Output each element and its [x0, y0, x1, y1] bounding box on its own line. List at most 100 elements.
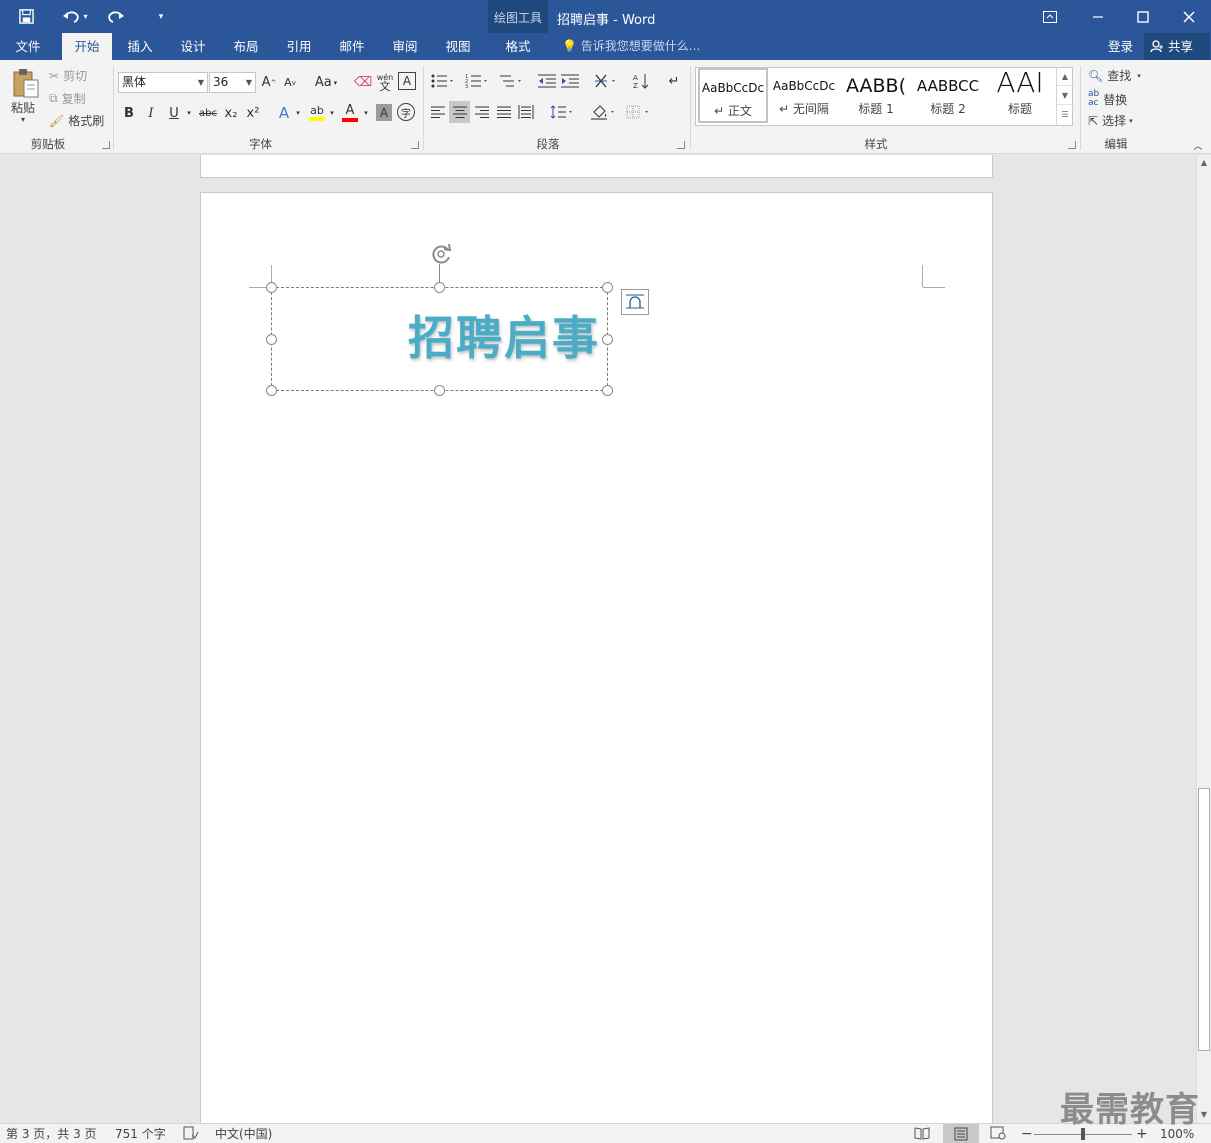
resize-handle-right[interactable]	[602, 334, 613, 345]
tab-view[interactable]: 视图	[434, 33, 482, 60]
collapse-ribbon-icon[interactable]: ︿	[1191, 139, 1205, 152]
decrease-indent-icon[interactable]	[537, 70, 557, 92]
resize-handle-bottom[interactable]	[434, 385, 445, 396]
tell-me-box[interactable]: 💡 告诉我您想要做什么...	[562, 33, 700, 60]
clear-formatting-icon[interactable]: ⌫	[354, 72, 372, 93]
document-page[interactable]: 招聘启事	[200, 192, 993, 1123]
tab-layout[interactable]: 布局	[222, 33, 270, 60]
chevron-down-icon[interactable]: ▾	[361, 103, 371, 123]
font-color-icon[interactable]: A	[340, 101, 360, 123]
superscript-icon[interactable]: x²	[244, 103, 262, 123]
justify-icon[interactable]	[495, 102, 513, 122]
clipboard-launcher-icon[interactable]	[102, 141, 110, 149]
font-launcher-icon[interactable]	[411, 141, 419, 149]
chevron-down-icon[interactable]: ▾	[327, 103, 337, 123]
increase-indent-icon[interactable]	[560, 70, 580, 92]
language-status[interactable]: 中文(中国)	[215, 1126, 272, 1142]
tab-design[interactable]: 设计	[169, 33, 217, 60]
subscript-icon[interactable]: x₂	[222, 103, 240, 123]
font-size-combo[interactable]: 36 ▼	[209, 72, 256, 93]
numbering-icon[interactable]: 123	[462, 70, 492, 92]
more-styles-icon[interactable]: ☰	[1057, 105, 1073, 124]
style-no-spacing[interactable]: AaBbCcDc ↵ 无间隔	[769, 68, 839, 123]
zoom-out-icon[interactable]: −	[1021, 1126, 1033, 1142]
find-button[interactable]: 🔍︎ 查找 ▾	[1088, 67, 1141, 84]
paste-icon[interactable]	[8, 66, 44, 100]
select-button[interactable]: ⇱ 选择 ▾	[1088, 112, 1133, 129]
page-count[interactable]: 第 3 页，共 3 页	[6, 1126, 97, 1142]
bold-icon[interactable]: B	[121, 103, 137, 123]
multilevel-list-icon[interactable]	[496, 70, 526, 92]
distributed-icon[interactable]	[517, 102, 535, 122]
chevron-down-icon[interactable]: ▾	[184, 103, 194, 123]
undo-icon[interactable]: ▾	[58, 0, 92, 33]
tab-home[interactable]: 开始	[62, 33, 112, 60]
customize-quick-access-icon[interactable]: ▾	[152, 0, 170, 33]
chevron-down-icon[interactable]: ▾	[293, 103, 303, 123]
font-name-combo[interactable]: 黑体 ▼	[118, 72, 208, 93]
character-border-icon[interactable]: A	[398, 72, 416, 90]
text-effects-icon[interactable]: A	[275, 103, 293, 123]
styles-launcher-icon[interactable]	[1068, 141, 1076, 149]
tab-file[interactable]: 文件	[4, 33, 52, 60]
proofing-icon[interactable]	[183, 1126, 199, 1142]
show-marks-icon[interactable]: ↵	[664, 70, 684, 92]
scroll-up-icon[interactable]: ▲	[1197, 158, 1211, 167]
scrollbar-thumb[interactable]	[1198, 788, 1210, 1051]
word-count[interactable]: 751 个字	[115, 1126, 166, 1142]
style-heading-1[interactable]: AABB( 标题 1	[841, 68, 911, 123]
redo-icon[interactable]	[104, 0, 128, 33]
tab-insert[interactable]: 插入	[116, 33, 164, 60]
style-normal[interactable]: AaBbCcDc ↵ 正文	[698, 68, 768, 123]
change-case-icon[interactable]: Aa ▾	[311, 72, 341, 93]
format-painter-button[interactable]: 🖌 格式刷	[49, 112, 104, 129]
underline-icon[interactable]: U	[166, 103, 182, 123]
tab-format[interactable]: 格式	[492, 33, 544, 60]
phonetic-guide-icon[interactable]: wén 文	[376, 70, 394, 94]
resize-handle-left[interactable]	[266, 334, 277, 345]
strikethrough-icon[interactable]: abc	[197, 103, 219, 123]
save-icon[interactable]	[12, 0, 40, 33]
align-center-icon[interactable]	[449, 101, 470, 123]
enclose-characters-icon[interactable]: 字	[397, 103, 415, 121]
line-spacing-icon[interactable]	[548, 102, 576, 122]
italic-icon[interactable]: I	[143, 103, 159, 123]
maximize-icon[interactable]	[1129, 0, 1157, 33]
tab-references[interactable]: 引用	[275, 33, 323, 60]
login-link[interactable]: 登录	[1108, 33, 1133, 60]
paste-dropdown-icon[interactable]: ▾	[21, 115, 25, 124]
minimize-icon[interactable]	[1084, 0, 1112, 33]
grow-font-icon[interactable]: A ^	[261, 72, 277, 93]
character-shading-icon[interactable]: A	[376, 104, 392, 121]
headline-text[interactable]: 招聘启事	[408, 302, 600, 368]
resize-handle-top-right[interactable]	[602, 282, 613, 293]
title-text-box[interactable]: 招聘启事	[266, 282, 613, 396]
chinese-layout-icon[interactable]	[591, 70, 621, 92]
resize-handle-top-left[interactable]	[266, 282, 277, 293]
share-button[interactable]: 共享	[1144, 33, 1210, 60]
align-left-icon[interactable]	[429, 102, 447, 122]
tab-mailings[interactable]: 邮件	[328, 33, 376, 60]
copy-button[interactable]: ⧉ 复制	[49, 90, 86, 107]
resize-handle-top[interactable]	[434, 282, 445, 293]
replace-button[interactable]: ab ac 替换	[1088, 90, 1127, 108]
cut-button[interactable]: ✂ 剪切	[49, 67, 87, 84]
paragraph-launcher-icon[interactable]	[677, 141, 685, 149]
read-mode-icon[interactable]	[914, 1126, 930, 1142]
paste-label[interactable]: 粘贴	[11, 99, 35, 116]
tab-review[interactable]: 审阅	[381, 33, 429, 60]
align-right-icon[interactable]	[473, 102, 491, 122]
highlight-icon[interactable]: ab	[307, 101, 327, 123]
style-heading-2[interactable]: AABBCC 标题 2	[913, 68, 983, 123]
style-title[interactable]: AAI 标题	[985, 68, 1055, 123]
chevron-down-icon[interactable]: ▼	[1057, 86, 1073, 105]
web-layout-icon[interactable]	[990, 1126, 1006, 1142]
ribbon-display-options-icon[interactable]	[1036, 0, 1064, 33]
close-icon[interactable]	[1175, 0, 1203, 33]
shrink-font-icon[interactable]: Av	[282, 72, 298, 93]
shading-icon[interactable]	[589, 102, 619, 122]
vertical-scrollbar[interactable]: ▲ ▼	[1196, 155, 1211, 1123]
chevron-up-icon[interactable]: ▲	[1057, 67, 1073, 86]
bullets-icon[interactable]	[428, 70, 458, 92]
sort-icon[interactable]: AZ	[632, 70, 652, 92]
